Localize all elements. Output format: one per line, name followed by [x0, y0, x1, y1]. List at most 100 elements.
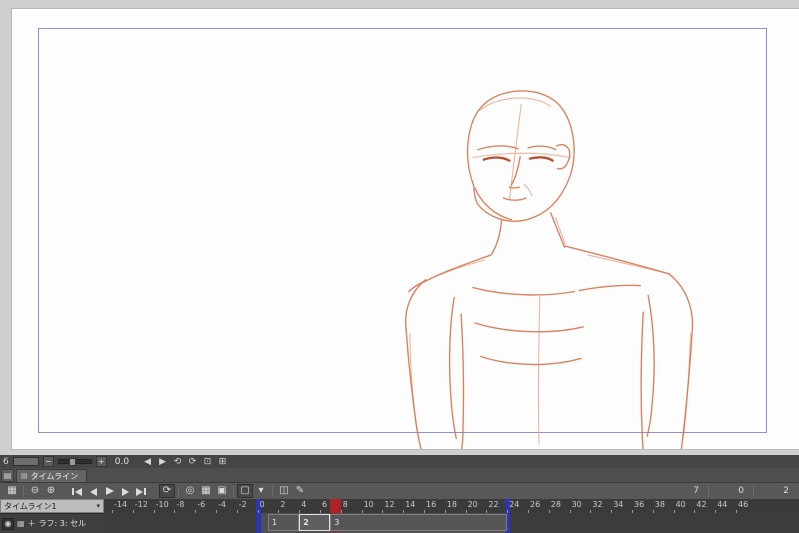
frame-number: 44	[717, 500, 728, 509]
timeline-toolbar-icons: ▦ ⊖ ⊕ ⟳ ◎ ▦ ▣ ▢ ▾ ◫ ✎	[4, 484, 308, 498]
frame-number: 0	[259, 500, 265, 509]
frame-number: -6	[197, 500, 206, 509]
timeline-select-dropdown[interactable]: タイムライン1 ▾	[0, 499, 104, 513]
frame-number: -4	[218, 500, 226, 509]
navigator-preview[interactable]	[12, 457, 39, 466]
zoom-in-icon[interactable]: ⊕	[43, 484, 59, 498]
frame-number: 32	[592, 500, 603, 509]
frame-number: -12	[134, 500, 148, 509]
timeline-select-value: タイムライン1	[4, 501, 57, 511]
frame-number: 4	[301, 500, 307, 509]
frame-next-icon[interactable]	[117, 484, 133, 498]
timeline-panel-header: ▤ ▤ タイムライン	[0, 468, 799, 482]
out-of-range-right	[510, 513, 799, 533]
frame-number: 26	[530, 500, 541, 509]
frame-ruler[interactable]: -14 -12 -10 -8 -6 -4 -2 0 2 4 6 8 10 12 14 16 18 20 22 24 26…	[104, 499, 799, 513]
page-next-icon[interactable]: ▶	[156, 456, 169, 467]
frame-number: 46	[738, 500, 749, 509]
enable-cel-edit-icon[interactable]: ▢	[237, 484, 253, 498]
layer-panel[interactable]: ◉ ▦ ＋ ラフ: 3: セル	[0, 513, 104, 533]
frame-number: 34	[613, 500, 624, 509]
zoom-out-icon[interactable]: ⊖	[27, 484, 43, 498]
loop-playback-icon[interactable]: ⟳	[159, 484, 175, 498]
frame-number: 28	[550, 500, 561, 509]
info-separator	[753, 485, 754, 497]
start-frame-value: 0	[738, 486, 744, 496]
reset-view-icon[interactable]: ⊡	[201, 456, 214, 467]
timeline-ruler-row: タイムライン1 ▾ -14 -12 -10 -8 -6 -4 -2 0 2 4 6 8 10 12 14 16…	[0, 499, 799, 513]
playhead[interactable]	[330, 499, 341, 513]
zoom-slider-handle[interactable]	[68, 458, 76, 466]
frame-number: -2	[238, 500, 247, 509]
toolbar-separator	[23, 485, 24, 497]
frame-number: 20	[467, 500, 478, 509]
frame-number: 24	[509, 500, 520, 509]
frame-number: -10	[155, 500, 169, 509]
rotate-cw-icon[interactable]: ⟳	[186, 456, 199, 467]
animation-cel[interactable]: 3	[330, 514, 508, 531]
statusbar-icons: ◀ ▶ ⟲ ⟳ ⊡ ⊞	[141, 456, 229, 467]
info-separator	[708, 485, 709, 497]
frame-number: 10	[363, 500, 374, 509]
canvas-area	[0, 0, 799, 455]
frame-number: 30	[571, 500, 582, 509]
toolbar-separator	[233, 485, 234, 497]
layer-expander-icon[interactable]: ＋	[28, 518, 36, 529]
timeline-info: 7 0 2	[673, 485, 799, 497]
zoom-slider[interactable]	[57, 458, 92, 466]
frame-number: 14	[405, 500, 416, 509]
layer-label: ラフ: 3: セル	[38, 519, 87, 528]
play-icon[interactable]	[101, 484, 117, 498]
zoom-out-button[interactable]: −	[42, 456, 54, 467]
frame-number: 42	[696, 500, 707, 509]
canvas-page[interactable]	[11, 8, 799, 450]
timeline-track-row: ◉ ▦ ＋ ラフ: 3: セル 123	[0, 513, 799, 533]
cel-dropdown-icon[interactable]: ▾	[253, 484, 269, 498]
current-frame-value: 7	[693, 486, 699, 496]
frame-number: 6	[322, 500, 328, 509]
chevron-down-icon: ▾	[96, 502, 100, 510]
frame-number: 38	[654, 500, 665, 509]
frame-number: 16	[426, 500, 437, 509]
range-start-marker[interactable]	[255, 513, 261, 533]
frame-number: -8	[176, 500, 185, 509]
frame-prev-icon[interactable]	[85, 484, 101, 498]
light-table-icon[interactable]: ◫	[276, 484, 292, 498]
timeline-toolbar: ▦ ⊖ ⊕ ⟳ ◎ ▦ ▣ ▢ ▾ ◫ ✎ 7 0 2	[0, 482, 799, 499]
rotation-value: 0.0	[114, 456, 130, 467]
canvas-statusbar: 6 − + 0.0 ◀ ▶ ⟲ ⟳ ⊡ ⊞	[0, 455, 799, 468]
fit-screen-icon[interactable]: ⊞	[216, 456, 229, 467]
timeline-menu-icon[interactable]: ▦	[4, 484, 20, 498]
page-prev-icon[interactable]: ◀	[141, 456, 154, 467]
frame-number: 8	[342, 500, 348, 509]
animation-cel[interactable]: 2	[299, 514, 331, 531]
tab-timeline[interactable]: ▤ タイムライン	[16, 469, 88, 482]
frame-number: 18	[446, 500, 457, 509]
timeline-tab-icon: ▤	[21, 472, 28, 480]
layer-thumbnail-icon: ▦	[17, 519, 25, 528]
rotate-ccw-icon[interactable]: ⟲	[171, 456, 184, 467]
visibility-eye-icon[interactable]: ◉	[2, 517, 14, 530]
timeline-tab-label: タイムライン	[30, 471, 79, 481]
panel-menu-icon[interactable]: ▤	[1, 469, 14, 482]
animation-cel[interactable]: 1	[268, 514, 300, 531]
frame-number: 22	[488, 500, 499, 509]
skip-start-icon[interactable]	[69, 484, 85, 498]
frame-number: 12	[384, 500, 395, 509]
zoom-value-partial: 6	[3, 456, 9, 467]
frame-number: 2	[280, 500, 286, 509]
skip-end-icon[interactable]	[133, 484, 149, 498]
pencil-icon[interactable]: ✎	[292, 484, 308, 498]
out-of-range-left	[104, 513, 256, 533]
toolbar-separator	[178, 485, 179, 497]
frame-number: 40	[675, 500, 686, 509]
zoom-in-button[interactable]: +	[95, 456, 107, 467]
cel-relay-icon[interactable]: ▦	[198, 484, 214, 498]
cel-track[interactable]: 123	[104, 513, 799, 533]
rough-character-sketch	[404, 90, 694, 449]
toolbar-separator	[272, 485, 273, 497]
frame-number: -14	[114, 500, 128, 509]
onion-skin-icon[interactable]: ◎	[182, 484, 198, 498]
render-preview-icon[interactable]: ▣	[214, 484, 230, 498]
frame-number: 36	[634, 500, 645, 509]
